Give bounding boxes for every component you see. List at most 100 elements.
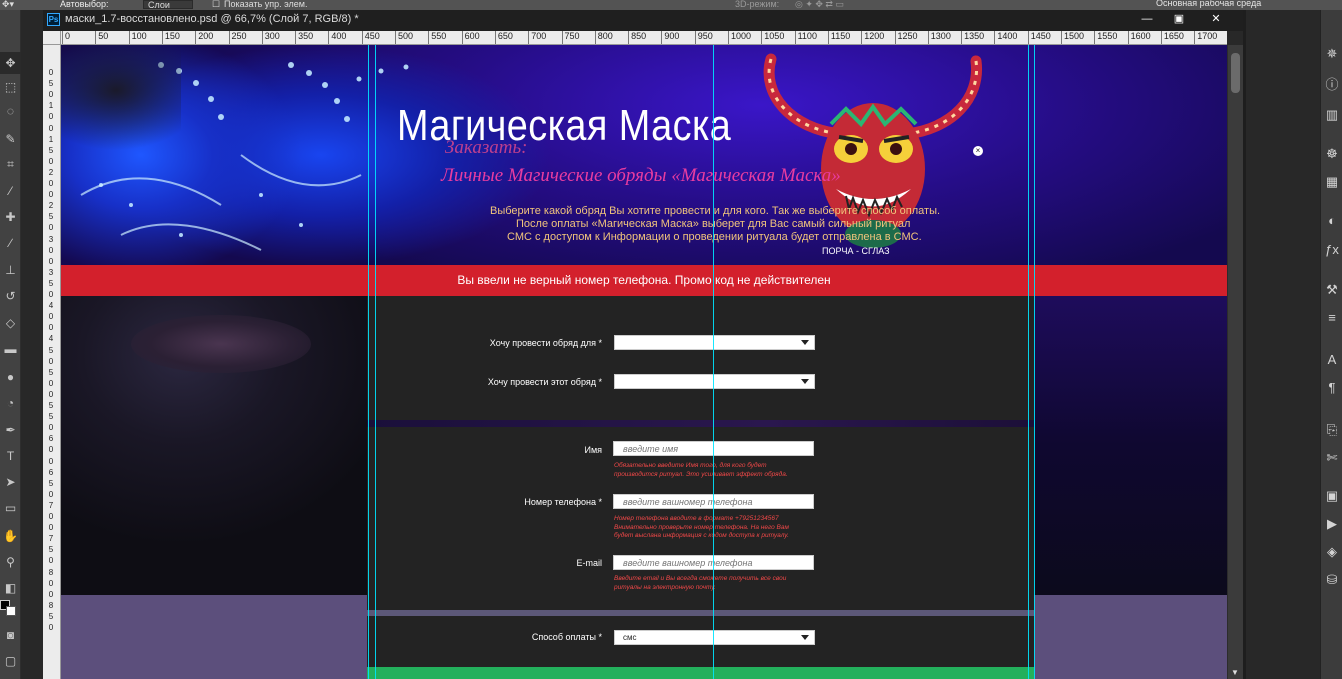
ruler-tick-label: 0 <box>48 323 54 333</box>
clone-source-icon[interactable]: ⎘ <box>1323 420 1341 440</box>
ruler-tick-label: 0 <box>48 512 54 521</box>
navigator-icon[interactable]: ✵ <box>1323 44 1341 64</box>
pen-tool-icon[interactable]: ✒ <box>0 419 21 441</box>
histogram-icon[interactable]: ▥ <box>1323 105 1341 125</box>
ruler-tick <box>494 31 496 44</box>
adjustments-icon[interactable]: ◐ <box>1323 211 1341 231</box>
chevron-down-icon <box>801 340 809 345</box>
vertical-ruler[interactable]: 0501001502002503003504004505005506006507… <box>43 45 61 679</box>
photoshop-icon: Ps <box>47 13 60 26</box>
horizontal-ruler[interactable]: 0 50 100 150 200 250 300 350 400 450 500 550 600 650 7… <box>61 31 1227 45</box>
move-tool-preset-icon[interactable]: ✥▾ <box>2 0 14 10</box>
history-brush-tool-icon[interactable]: ↺ <box>0 285 21 307</box>
scrollbar-thumb[interactable] <box>1231 53 1240 93</box>
minimize-button[interactable]: — <box>1131 11 1163 28</box>
default-colors-icon[interactable]: ◧ <box>0 577 21 599</box>
document-title[interactable]: маски_1.7-восстановлено.psd @ 66,7% (Сло… <box>65 13 359 25</box>
dodge-tool-icon[interactable]: ◔ <box>0 392 21 414</box>
brush-tool-icon[interactable]: ∕ <box>0 232 21 254</box>
right-backdrop <box>1034 295 1227 595</box>
quick-select-tool-icon[interactable]: ✎ <box>0 128 21 150</box>
crop-tool-icon[interactable]: ⌗ <box>0 153 21 175</box>
workspace-switcher[interactable]: Основная рабочая среда <box>1156 0 1261 8</box>
error-banner: Вы ввели не верный номер телефона. Промо… <box>61 265 1227 296</box>
brush-presets-icon[interactable]: ≡ <box>1323 308 1341 328</box>
styles-icon[interactable]: ƒx <box>1323 240 1341 260</box>
for-whom-select[interactable] <box>614 335 815 350</box>
document-canvas[interactable]: Магическая Маска Заказать: Личные Магиче… <box>61 45 1227 679</box>
vertical-scrollbar[interactable]: ▼ <box>1227 45 1243 679</box>
hand-tool-icon[interactable]: ✋ <box>0 525 21 547</box>
blur-tool-icon[interactable]: ● <box>0 366 21 388</box>
ruler-tick-label: 0 <box>48 290 54 299</box>
for-whom-label: Хочу провести обряд для * <box>489 338 602 348</box>
move-tool-icon[interactable]: ✥ <box>0 52 21 74</box>
ruler-tick-label: 5 <box>48 145 54 155</box>
guide-line[interactable] <box>713 45 714 679</box>
ruler-tick-label: 0 <box>48 423 54 433</box>
screen-mode-icon[interactable]: ▢ <box>0 650 21 672</box>
face-shadow-overlay <box>61 45 181 155</box>
ruler-tick-label: 900 <box>664 31 680 41</box>
path-select-tool-icon[interactable]: ➤ <box>0 471 21 493</box>
close-button[interactable]: ✕ <box>1196 11 1236 28</box>
guide-line[interactable] <box>375 45 376 679</box>
info-icon[interactable]: ⓘ <box>1323 75 1341 95</box>
ruler-tick-label: 5 <box>48 401 54 410</box>
marquee-tool-icon[interactable]: ⬚ <box>0 76 21 98</box>
ruler-tick-label: 1550 <box>1097 31 1118 41</box>
type-tool-icon[interactable]: T <box>0 445 21 467</box>
ruler-tick <box>961 31 963 44</box>
guide-line[interactable] <box>368 45 369 679</box>
paragraph-icon[interactable]: ¶ <box>1323 378 1341 398</box>
ruler-tick <box>728 31 729 44</box>
payment-select[interactable]: смс <box>614 630 815 645</box>
background-color-swatch[interactable] <box>6 606 16 616</box>
character-icon[interactable]: A <box>1323 350 1341 370</box>
color-icon[interactable]: ☸ <box>1323 144 1341 164</box>
lasso-tool-icon[interactable]: ◌ <box>0 100 21 122</box>
ruler-tick-label: 6 <box>48 434 54 444</box>
autoselect-dropdown[interactable]: Слои <box>143 0 193 10</box>
brush-icon[interactable]: ⚒ <box>1323 280 1341 300</box>
healing-brush-tool-icon[interactable]: ✚ <box>0 206 21 228</box>
rectangle-tool-icon[interactable]: ▭ <box>0 497 21 519</box>
ruler-tick <box>228 31 230 44</box>
ruler-tick-label: 0 <box>48 179 54 188</box>
ruler-tick-label: 1150 <box>830 31 851 41</box>
ruler-tick-label: 750 <box>564 31 580 41</box>
intro-line-3: СМС с доступом к Информации о проведении… <box>507 231 922 243</box>
ruler-tick-label: 3 <box>48 267 54 277</box>
guide-line[interactable] <box>1034 45 1035 679</box>
zoom-tool-icon[interactable]: ⚲ <box>0 551 21 573</box>
timeline-icon[interactable]: ▶ <box>1323 514 1341 534</box>
guide-line[interactable] <box>1028 45 1029 679</box>
3d-controls-icon[interactable]: ◎ ✦ ✥ ⇄ ▭ <box>795 0 844 10</box>
ritual-select[interactable] <box>614 374 815 389</box>
form-column <box>367 295 1034 679</box>
eraser-tool-icon[interactable]: ◇ <box>0 312 21 334</box>
quick-mask-icon[interactable]: ◙ <box>0 624 21 646</box>
tool-presets-icon[interactable]: ✄ <box>1323 448 1341 468</box>
eyedropper-tool-icon[interactable]: ⁄ <box>0 180 21 202</box>
3d-mode-label: 3D-режим: <box>735 0 780 9</box>
swatches-icon[interactable]: ▦ <box>1323 172 1341 192</box>
phone-hint-line: будет выслана информация с кодом доступа… <box>614 532 789 539</box>
name-hint-line: производится ритуал. Это усиливает эффек… <box>614 470 788 478</box>
ruler-tick-label: 0 <box>48 156 54 166</box>
ruler-tick <box>328 31 330 44</box>
scroll-down-icon[interactable]: ▼ <box>1231 668 1239 677</box>
submit-button-strip[interactable] <box>367 667 1034 679</box>
ruler-tick-label: 500 <box>398 31 414 41</box>
ruler-origin[interactable] <box>43 31 61 45</box>
layers-icon[interactable]: ◈ <box>1323 542 1341 562</box>
ruler-tick <box>128 31 130 44</box>
channels-icon[interactable]: ⛁ <box>1323 570 1341 590</box>
clone-stamp-tool-icon[interactable]: ⊥ <box>0 259 21 281</box>
actions-icon[interactable]: ▣ <box>1323 486 1341 506</box>
maximize-button[interactable]: ▣ <box>1163 11 1195 28</box>
close-icon[interactable]: × <box>973 146 983 156</box>
show-transform-checkbox[interactable]: ☐ <box>212 0 220 10</box>
gradient-tool-icon[interactable]: ▬ <box>0 338 21 360</box>
ruler-tick-label: 1600 <box>1130 31 1151 41</box>
